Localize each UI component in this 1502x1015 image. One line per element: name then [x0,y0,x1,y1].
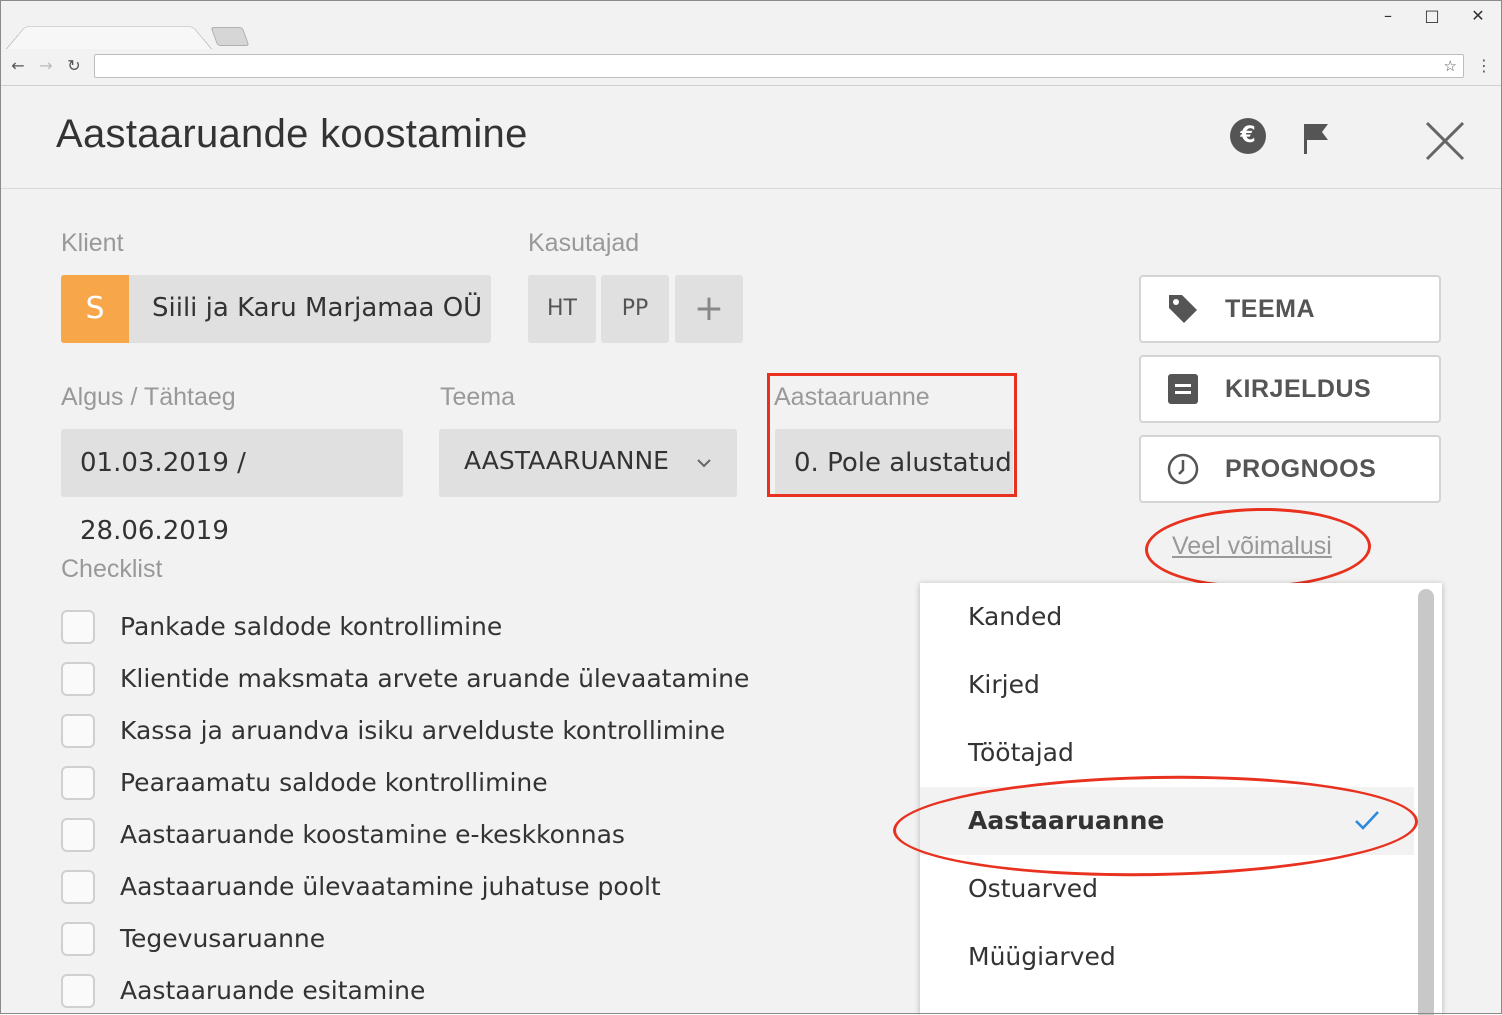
chevron-down-icon [697,459,711,468]
checkbox[interactable] [61,922,95,956]
minimize-icon[interactable]: – [1376,6,1400,26]
teema-button-label: TEEMA [1225,295,1315,323]
kirjeldus-button[interactable]: KIRJELDUS [1139,355,1441,423]
dropdown-item-label: Kanded [968,602,1063,631]
new-tab-button[interactable] [210,27,250,46]
checkbox[interactable] [61,766,95,800]
dropdown-item-kanded[interactable]: Kanded [920,583,1414,651]
kirjeldus-button-label: KIRJELDUS [1225,375,1372,403]
prognoos-button-label: PROGNOOS [1225,455,1377,483]
prognoos-button[interactable]: PROGNOOS [1139,435,1441,503]
bookmark-star-icon[interactable]: ☆ [1444,56,1457,76]
checklist-item-label: Aastaaruande esitamine [120,976,426,1005]
checkbox[interactable] [61,662,95,696]
back-icon[interactable]: ← [8,56,28,76]
tag-icon [1169,295,1197,323]
dialog-title: Aastaaruande koostamine [56,112,528,156]
theme-value: AASTAARUANNE [464,446,669,475]
address-bar[interactable]: ☆ [94,54,1464,78]
theme-label: Teema [440,383,516,411]
checklist-item-label: Aastaaruande ülevaatamine juhatuse poolt [120,872,661,901]
checklist-item-label: Klientide maksmata arvete aruande ülevaa… [120,664,750,693]
dates-field[interactable]: 01.03.2019 / 28.06.2019 [61,429,403,546]
user-chip-pp[interactable]: PP [601,275,669,343]
browser-tab[interactable] [6,26,212,49]
header-divider [1,188,1501,189]
checkbox[interactable] [61,818,95,852]
dropdown-item-label: Töötajad [968,738,1074,767]
add-user-button[interactable]: + [675,275,743,343]
theme-select[interactable]: AASTAARUANNE [439,429,737,497]
checkbox[interactable] [61,714,95,748]
annotation-rectangle [767,373,1017,497]
user-chip-ht[interactable]: HT [528,275,596,343]
checklist-item-label: Aastaaruande koostamine e-keskkonnas [120,820,625,849]
close-icon[interactable] [1424,120,1466,162]
checklist-item-label: Pankade saldode kontrollimine [120,612,503,641]
dates-value: 01.03.2019 / 28.06.2019 [80,448,246,546]
dropdown-item-label: Müügiarved [968,942,1116,971]
window-close-icon[interactable]: ✕ [1466,6,1490,26]
checklist-label: Checklist [61,555,163,583]
dropdown-item-kirjed[interactable]: Kirjed [920,651,1414,719]
dropdown-item-label: Kirjed [968,670,1040,699]
reload-icon[interactable]: ↻ [64,56,84,76]
dates-label: Algus / Tähtaeg [61,383,236,411]
users-label: Kasutajad [528,229,640,257]
checklist-item-label: Kassa ja aruandva isiku arvelduste kontr… [120,716,726,745]
checklist-item-label: Pearaamatu saldode kontrollimine [120,768,548,797]
flag-icon[interactable] [1300,120,1332,156]
dropdown-scrollbar[interactable] [1418,589,1434,1015]
euro-icon[interactable]: € [1230,118,1266,154]
checkbox[interactable] [61,870,95,904]
browser-menu-icon[interactable]: ⋮ [1476,55,1492,77]
teema-button[interactable]: TEEMA [1139,275,1441,343]
checklist-item-label: Tegevusaruanne [120,924,326,953]
checkbox[interactable] [61,610,95,644]
client-label: Klient [61,229,124,257]
maximize-icon[interactable]: □ [1420,6,1444,26]
clock-icon [1167,453,1199,485]
forward-icon[interactable]: → [36,56,56,76]
description-icon [1168,374,1198,404]
client-name: Siili ja Karu Marjamaa OÜ [152,293,483,323]
checkbox[interactable] [61,974,95,1008]
dropdown-item-muugiarved[interactable]: Müügiarved [920,923,1414,991]
client-avatar: S [61,275,129,343]
